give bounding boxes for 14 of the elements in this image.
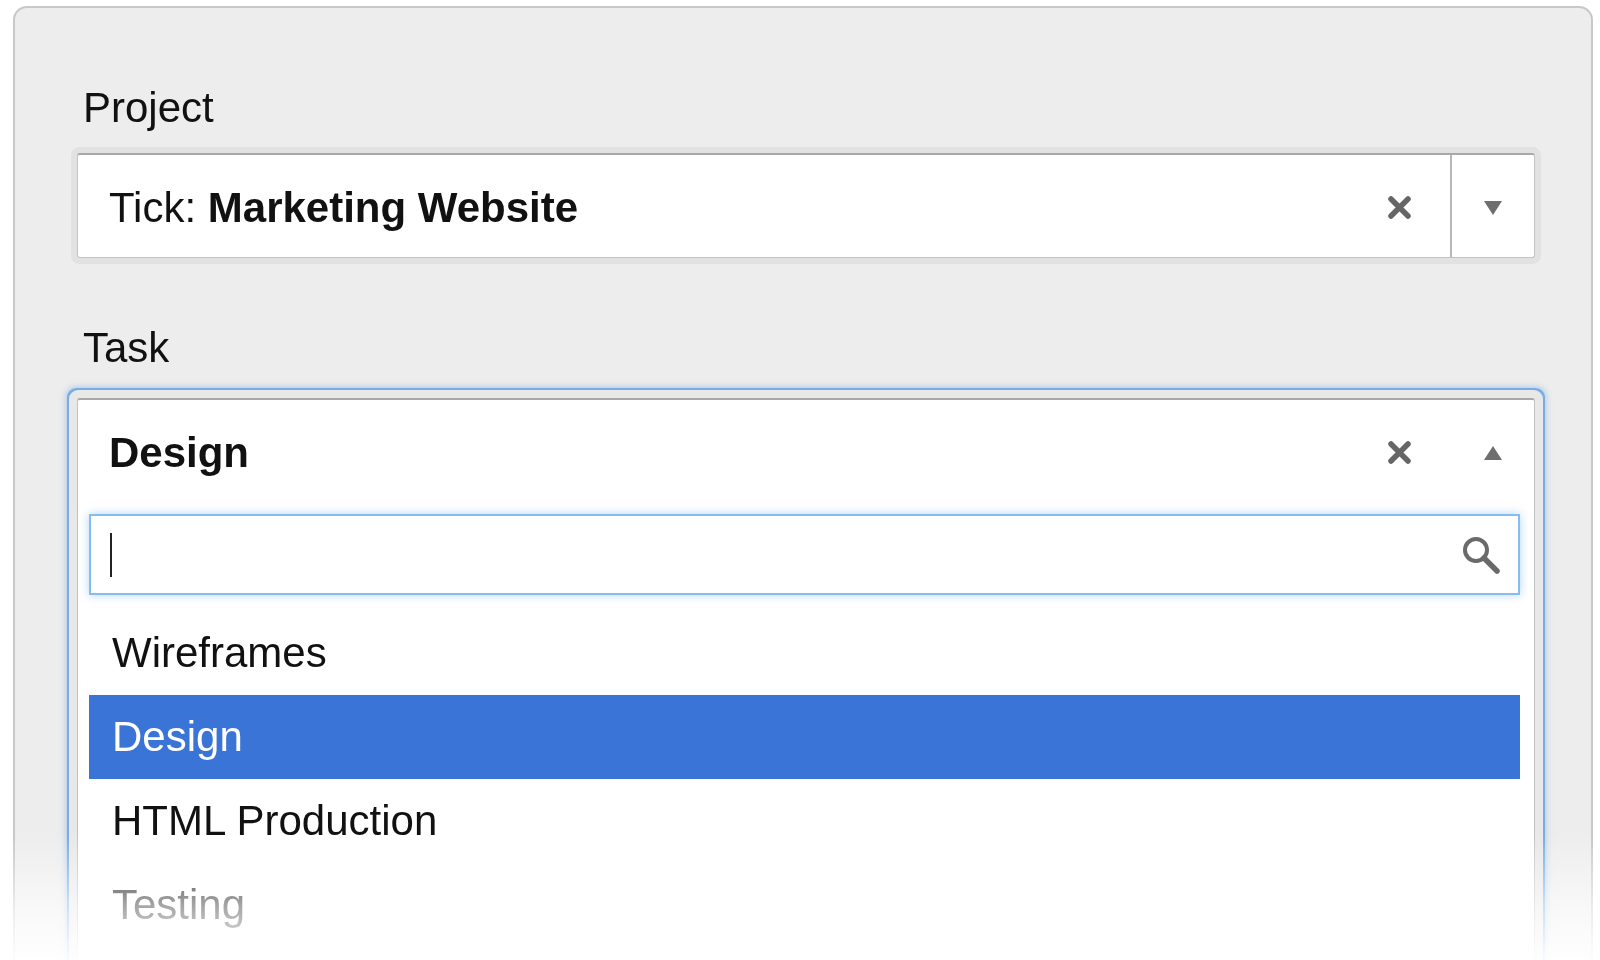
caret-down-icon [1484, 200, 1502, 215]
dropdown-option[interactable]: Design [89, 695, 1520, 779]
dropdown-option[interactable]: HTML Production [89, 779, 1520, 863]
close-icon [1386, 195, 1412, 220]
text-cursor-icon [110, 532, 112, 577]
field-label: Task [82, 324, 171, 372]
selected-value: Tick: Marketing Website [109, 183, 580, 232]
field-label: Project [82, 84, 215, 132]
caret-up-icon [1484, 445, 1502, 460]
search-icon [1461, 534, 1501, 575]
selected-value: Design [109, 428, 251, 477]
dropdown-option[interactable]: Wireframes [89, 611, 1520, 695]
search-field[interactable] [89, 514, 1520, 595]
close-icon [1386, 440, 1412, 465]
